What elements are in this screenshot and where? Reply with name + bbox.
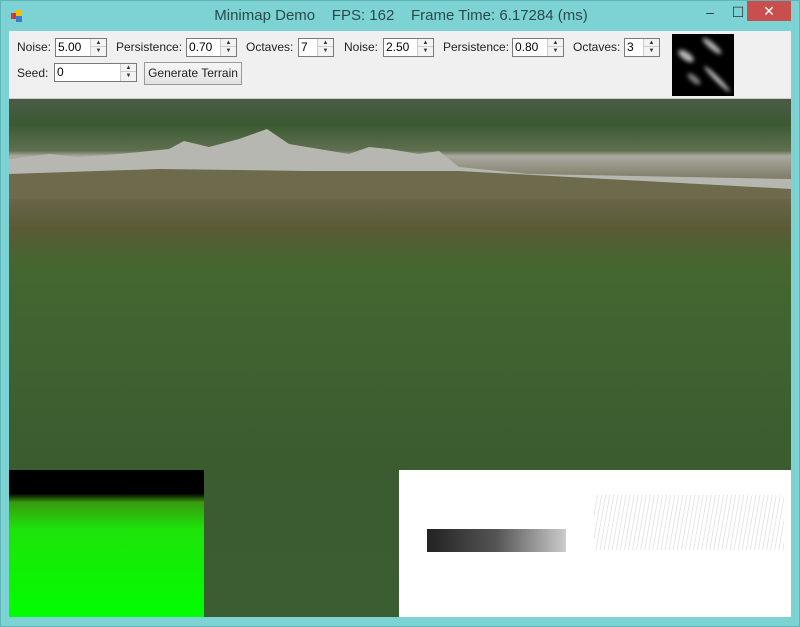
- persistence1-spinner[interactable]: 0.70 ▲ ▼: [186, 38, 237, 57]
- terrain-viewport[interactable]: [9, 99, 791, 617]
- noise1-value[interactable]: 5.00: [58, 40, 81, 54]
- persistence2-label: Persistence:: [443, 40, 510, 54]
- spin-up-icon[interactable]: ▲: [121, 64, 136, 72]
- window-title: Minimap Demo FPS: 162 Frame Time: 6.1728…: [214, 7, 588, 24]
- app-window: Minimap Demo FPS: 162 Frame Time: 6.1728…: [0, 0, 800, 627]
- spin-down-icon[interactable]: ▼: [548, 47, 563, 55]
- octaves1-spinner[interactable]: 7 ▲ ▼: [298, 38, 334, 57]
- spin-up-icon[interactable]: ▲: [644, 39, 659, 47]
- seed-spinner[interactable]: 0 ▲ ▼: [54, 63, 137, 82]
- noise2-spinner[interactable]: 2.50 ▲ ▼: [383, 38, 434, 57]
- noise1-spinner[interactable]: 5.00 ▲ ▼: [55, 38, 107, 57]
- edge-view: [594, 495, 784, 550]
- persistence1-value[interactable]: 0.70: [189, 40, 212, 54]
- seed-label: Seed:: [17, 66, 49, 80]
- spin-down-icon[interactable]: ▼: [221, 47, 236, 55]
- close-button[interactable]: ✕: [747, 1, 791, 21]
- minimap: [9, 470, 204, 617]
- spin-down-icon[interactable]: ▼: [91, 47, 106, 55]
- depth-strip: [427, 529, 566, 552]
- persistence1-label: Persistence:: [116, 40, 183, 54]
- noise1-label: Noise:: [17, 40, 52, 54]
- octaves2-value[interactable]: 3: [627, 40, 634, 54]
- octaves2-label: Octaves:: [573, 40, 621, 54]
- spin-down-icon[interactable]: ▼: [644, 47, 659, 55]
- spin-up-icon[interactable]: ▲: [318, 39, 333, 47]
- spin-up-icon[interactable]: ▲: [548, 39, 563, 47]
- client-area: Noise: 5.00 ▲ ▼ Persistence: 0.70 ▲ ▼ Octave…: [9, 31, 791, 617]
- persistence2-spinner[interactable]: 0.80 ▲ ▼: [512, 38, 564, 57]
- heightmap-preview: [672, 34, 734, 96]
- minimize-button[interactable]: –: [697, 1, 723, 23]
- noise2-value[interactable]: 2.50: [386, 40, 409, 54]
- depth-buffer-view: [399, 470, 791, 617]
- octaves1-value[interactable]: 7: [301, 40, 308, 54]
- spin-down-icon[interactable]: ▼: [318, 47, 333, 55]
- octaves2-spinner[interactable]: 3 ▲ ▼: [624, 38, 660, 57]
- spin-down-icon[interactable]: ▼: [418, 47, 433, 55]
- spin-up-icon[interactable]: ▲: [418, 39, 433, 47]
- seed-value[interactable]: 0: [57, 65, 64, 79]
- spin-up-icon[interactable]: ▲: [221, 39, 236, 47]
- mountain-range: [9, 129, 791, 199]
- spin-down-icon[interactable]: ▼: [121, 72, 136, 80]
- spin-up-icon[interactable]: ▲: [91, 39, 106, 47]
- persistence2-value[interactable]: 0.80: [515, 40, 538, 54]
- heightmap-image: [678, 37, 730, 92]
- octaves1-label: Octaves:: [246, 40, 294, 54]
- generate-terrain-button[interactable]: Generate Terrain: [144, 62, 242, 85]
- toolbar: Noise: 5.00 ▲ ▼ Persistence: 0.70 ▲ ▼ Octave…: [9, 31, 791, 99]
- noise2-label: Noise:: [344, 40, 379, 54]
